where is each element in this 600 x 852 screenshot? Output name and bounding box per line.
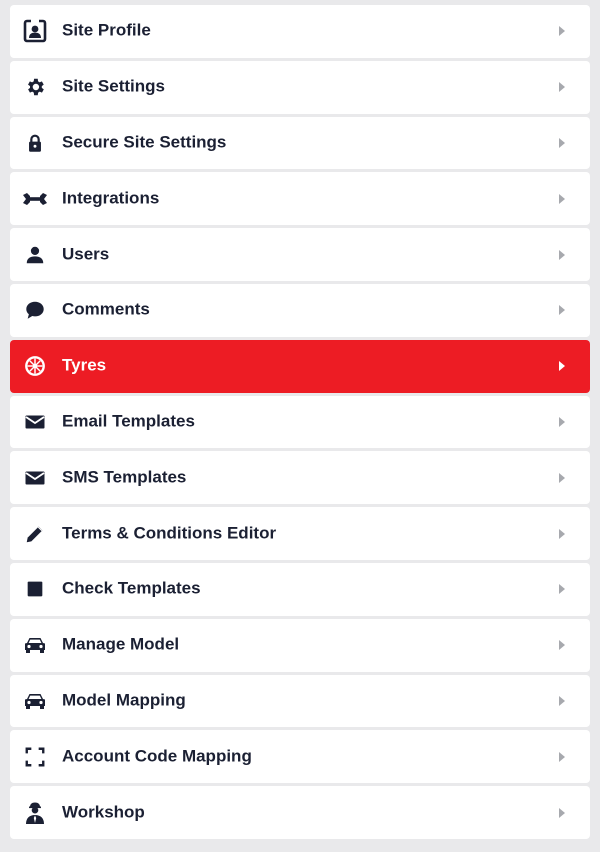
- mechanic-icon: [22, 800, 48, 826]
- menu-item-sms-templates[interactable]: SMS Templates: [10, 451, 590, 505]
- chevron-right-icon: [559, 193, 565, 204]
- menu-item-account-code-mapping[interactable]: Account Code Mapping: [10, 730, 590, 784]
- menu-item-label: Terms & Conditions Editor: [62, 523, 277, 543]
- menu-item-integrations[interactable]: Integrations: [10, 172, 590, 226]
- wrench-icon: [22, 186, 48, 212]
- menu-item-label: SMS Templates: [62, 467, 187, 487]
- chevron-right-icon: [559, 528, 565, 539]
- menu-item-users[interactable]: Users: [10, 228, 590, 281]
- menu-item-tyres[interactable]: Tyres: [10, 339, 590, 393]
- chevron-right-icon: [559, 305, 565, 316]
- chevron-right-icon: [559, 416, 565, 427]
- chevron-right-icon: [559, 695, 565, 706]
- menu-item-email-templates[interactable]: Email Templates: [10, 395, 590, 449]
- menu-item-terms-conditions-editor[interactable]: Terms & Conditions Editor: [10, 507, 590, 560]
- chevron-right-icon: [559, 472, 565, 483]
- chevron-right-icon: [559, 137, 565, 148]
- lock-icon: [22, 130, 48, 156]
- settings-menu: Site Profile Site Settings Secure Site S…: [10, 5, 590, 839]
- menu-item-label: Workshop: [62, 802, 145, 822]
- menu-item-check-templates[interactable]: Check Templates: [10, 562, 590, 616]
- comment-icon: [22, 297, 48, 323]
- chevron-right-icon: [559, 249, 565, 260]
- menu-item-label: Check Templates: [62, 578, 201, 598]
- menu-item-label: Comments: [62, 299, 150, 319]
- menu-item-label: Model Mapping: [62, 690, 186, 710]
- id-badge-icon: [22, 18, 48, 44]
- menu-item-model-mapping[interactable]: Model Mapping: [10, 674, 590, 728]
- menu-item-label: Tyres: [62, 355, 107, 375]
- chevron-right-icon: [559, 361, 565, 372]
- menu-item-workshop[interactable]: Workshop: [10, 786, 590, 839]
- menu-item-site-settings[interactable]: Site Settings: [10, 60, 590, 114]
- user-icon: [22, 242, 48, 268]
- menu-item-secure-site-settings[interactable]: Secure Site Settings: [10, 116, 590, 170]
- chevron-right-icon: [559, 584, 565, 595]
- menu-item-manage-model[interactable]: Manage Model: [10, 618, 590, 672]
- scan-frame-icon: [22, 744, 48, 770]
- menu-item-label: Users: [62, 244, 110, 264]
- chevron-right-icon: [559, 640, 565, 651]
- chevron-right-icon: [559, 26, 565, 37]
- chevron-right-icon: [559, 751, 565, 762]
- gear-icon: [22, 74, 48, 100]
- envelope-icon: [22, 465, 48, 491]
- menu-item-label: Account Code Mapping: [62, 746, 252, 766]
- menu-item-label: Integrations: [62, 188, 160, 208]
- envelope-icon: [22, 409, 48, 435]
- car-icon: [22, 688, 48, 714]
- menu-item-label: Email Templates: [62, 411, 195, 431]
- chevron-right-icon: [559, 82, 565, 93]
- menu-item-label: Site Settings: [62, 76, 165, 96]
- car-icon: [22, 632, 48, 658]
- menu-item-label: Secure Site Settings: [62, 132, 227, 152]
- menu-item-label: Manage Model: [62, 634, 180, 654]
- menu-item-label: Site Profile: [62, 20, 151, 40]
- chevron-right-icon: [559, 807, 565, 818]
- pencil-icon: [22, 521, 48, 547]
- tyre-icon: [22, 353, 48, 379]
- menu-item-comments[interactable]: Comments: [10, 283, 590, 337]
- menu-item-site-profile[interactable]: Site Profile: [10, 5, 590, 58]
- square-icon: [22, 576, 48, 602]
